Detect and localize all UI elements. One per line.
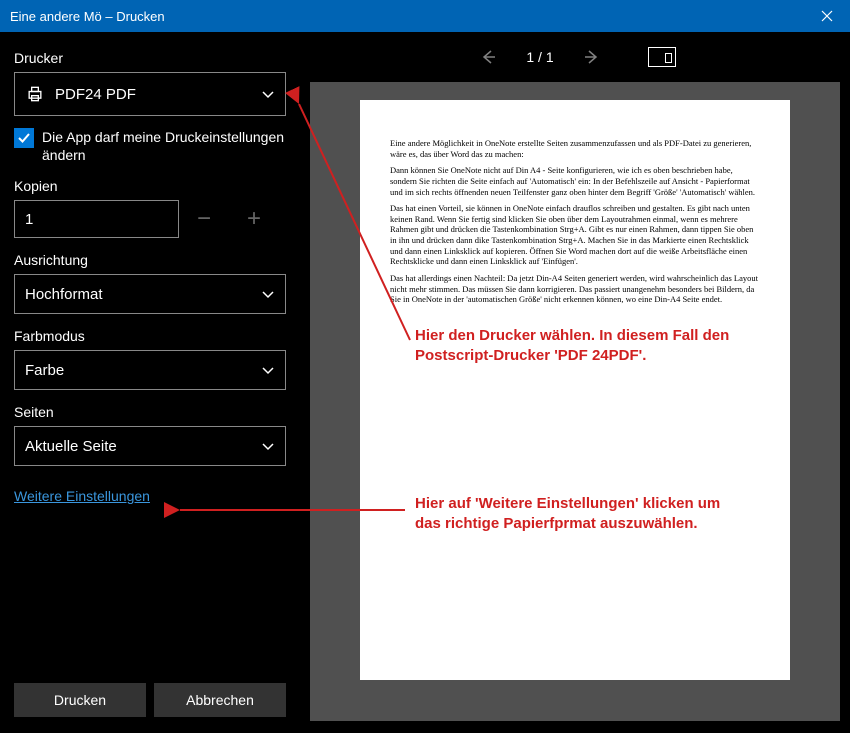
color-select[interactable]: Farbe [14,350,286,390]
document-paragraph: Eine andere Möglichkeit in OneNote erste… [390,138,760,159]
arrow-left-icon [479,48,497,66]
checkmark-icon [17,131,31,145]
copies-decrement[interactable]: − [179,200,229,238]
more-settings-link[interactable]: Weitere Einstellungen [14,488,286,504]
print-preview-pane: 1 / 1 Eine andere Möglichkeit in OneNote… [300,32,850,733]
orientation-label: Ausrichtung [14,252,286,268]
copies-label: Kopien [14,178,286,194]
document-paragraph: Dann können Sie OneNote nicht auf Din A4… [390,165,760,197]
printer-value: PDF24 PDF [55,86,136,103]
copies-input[interactable] [14,200,179,238]
chevron-down-icon [261,87,275,101]
chevron-down-icon [261,363,275,377]
window-close-button[interactable] [804,0,850,32]
page-indicator: 1 / 1 [526,49,553,65]
close-icon [821,10,833,22]
pages-select[interactable]: Aktuelle Seite [14,426,286,466]
pages-value: Aktuelle Seite [25,438,117,455]
printer-label: Drucker [14,50,286,66]
orientation-select[interactable]: Hochformat [14,274,286,314]
chevron-down-icon [261,287,275,301]
printer-icon [25,84,45,104]
color-value: Farbe [25,362,64,379]
preview-page: Eine andere Möglichkeit in OneNote erste… [360,100,790,680]
print-button[interactable]: Drucken [14,683,146,717]
app-settings-checkbox-label: Die App darf meine Druckeinstellungen än… [42,128,286,164]
pages-label: Seiten [14,404,286,420]
window-titlebar: Eine andere Mö – Drucken [0,0,850,32]
chevron-down-icon [261,439,275,453]
copies-increment[interactable]: + [229,200,279,238]
fullscreen-button[interactable] [648,47,676,67]
cancel-button[interactable]: Abbrechen [154,683,286,717]
document-paragraph: Das hat einen Vorteil, sie können in One… [390,203,760,267]
prev-page-button[interactable] [474,43,502,71]
orientation-value: Hochformat [25,286,103,303]
window-title: Eine andere Mö – Drucken [10,9,165,24]
annotation-text-1: Hier den Drucker wählen. In diesem Fall … [415,326,735,367]
preview-toolbar: 1 / 1 [300,32,850,82]
color-label: Farbmodus [14,328,286,344]
preview-area: Eine andere Möglichkeit in OneNote erste… [310,82,840,721]
annotation-text-2: Hier auf 'Weitere Einstellungen' klicken… [415,494,745,535]
arrow-right-icon [583,48,601,66]
document-paragraph: Das hat allerdings einen Nachteil: Da je… [390,273,760,305]
next-page-button[interactable] [578,43,606,71]
printer-select[interactable]: PDF24 PDF [14,72,286,116]
print-settings-panel: Drucker PDF24 PDF Die App darf meine Dru… [0,32,300,733]
app-settings-checkbox[interactable] [14,128,34,148]
